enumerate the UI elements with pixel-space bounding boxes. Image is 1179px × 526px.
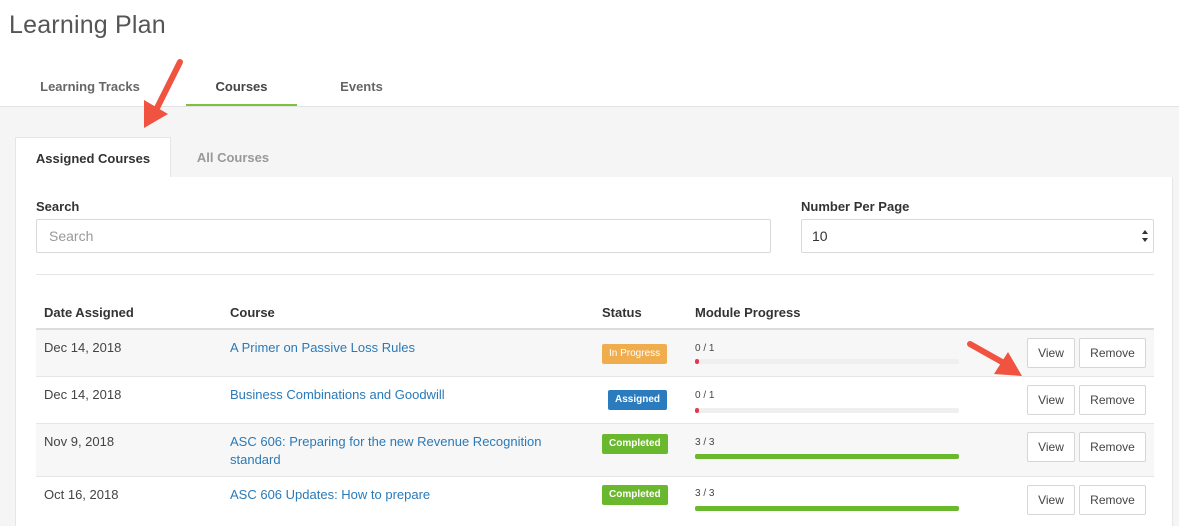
course-link[interactable]: Business Combinations and Goodwill [230, 386, 580, 404]
tab-all-courses[interactable]: All Courses [171, 137, 295, 178]
table-row: Nov 9, 2018 ASC 606: Preparing for the n… [36, 424, 1154, 477]
per-page-value: 10 [812, 228, 828, 244]
progress-bar [695, 454, 959, 459]
tab-courses[interactable]: Courses [186, 66, 297, 106]
page-title: Learning Plan [9, 11, 166, 39]
per-page-select[interactable]: 10 [801, 219, 1154, 253]
remove-button[interactable]: Remove [1079, 385, 1146, 415]
view-button[interactable]: View [1027, 385, 1075, 415]
tab-assigned-courses[interactable]: Assigned Courses [15, 137, 171, 178]
date-cell: Oct 16, 2018 [44, 487, 119, 502]
progress-text: 3 / 3 [695, 488, 715, 499]
progress-bar [695, 506, 959, 511]
course-link[interactable]: A Primer on Passive Loss Rules [230, 339, 580, 357]
search-label: Search [36, 199, 80, 214]
header-course: Course [230, 305, 275, 320]
remove-button[interactable]: Remove [1079, 432, 1146, 462]
progress-bar-fill [695, 408, 699, 413]
course-link[interactable]: ASC 606: Preparing for the new Revenue R… [230, 433, 580, 469]
progress-bar-fill [695, 454, 959, 459]
view-button[interactable]: View [1027, 432, 1075, 462]
date-cell: Dec 14, 2018 [44, 387, 122, 402]
tab-events[interactable]: Events [315, 66, 408, 106]
progress-text: 0 / 1 [695, 390, 715, 401]
progress-bar-fill [695, 359, 699, 364]
header-progress: Module Progress [695, 305, 801, 320]
main-tabs: Learning Tracks Courses Events [0, 66, 1179, 107]
status-badge: In Progress [602, 344, 668, 364]
view-button[interactable]: View [1027, 485, 1075, 515]
date-cell: Nov 9, 2018 [44, 434, 115, 449]
status-badge: Completed [602, 485, 668, 505]
select-arrows-icon [1142, 230, 1148, 242]
courses-panel: Search Number Per Page 10 Date Assigned … [15, 177, 1173, 526]
remove-button[interactable]: Remove [1079, 338, 1146, 368]
table-row: Dec 14, 2018 Business Combinations and G… [36, 377, 1154, 424]
status-badge: Completed [602, 434, 668, 454]
divider [36, 274, 1154, 275]
table-row: Oct 16, 2018 ASC 606 Updates: How to pre… [36, 477, 1154, 526]
per-page-label: Number Per Page [801, 199, 910, 214]
remove-button[interactable]: Remove [1079, 485, 1146, 515]
progress-bar [695, 359, 959, 364]
header-status: Status [602, 305, 642, 320]
progress-text: 3 / 3 [695, 437, 715, 448]
date-cell: Dec 14, 2018 [44, 340, 122, 355]
table-row: Dec 14, 2018 A Primer on Passive Loss Ru… [36, 330, 1154, 377]
header-date: Date Assigned [44, 305, 134, 320]
search-input[interactable] [36, 219, 771, 253]
progress-text: 0 / 1 [695, 343, 715, 354]
content-area: Assigned Courses All Courses Search Numb… [0, 107, 1179, 526]
progress-bar [695, 408, 959, 413]
status-badge: Assigned [608, 390, 668, 410]
tab-learning-tracks[interactable]: Learning Tracks [20, 66, 160, 106]
course-link[interactable]: ASC 606 Updates: How to prepare [230, 486, 580, 504]
progress-bar-fill [695, 506, 959, 511]
view-button[interactable]: View [1027, 338, 1075, 368]
